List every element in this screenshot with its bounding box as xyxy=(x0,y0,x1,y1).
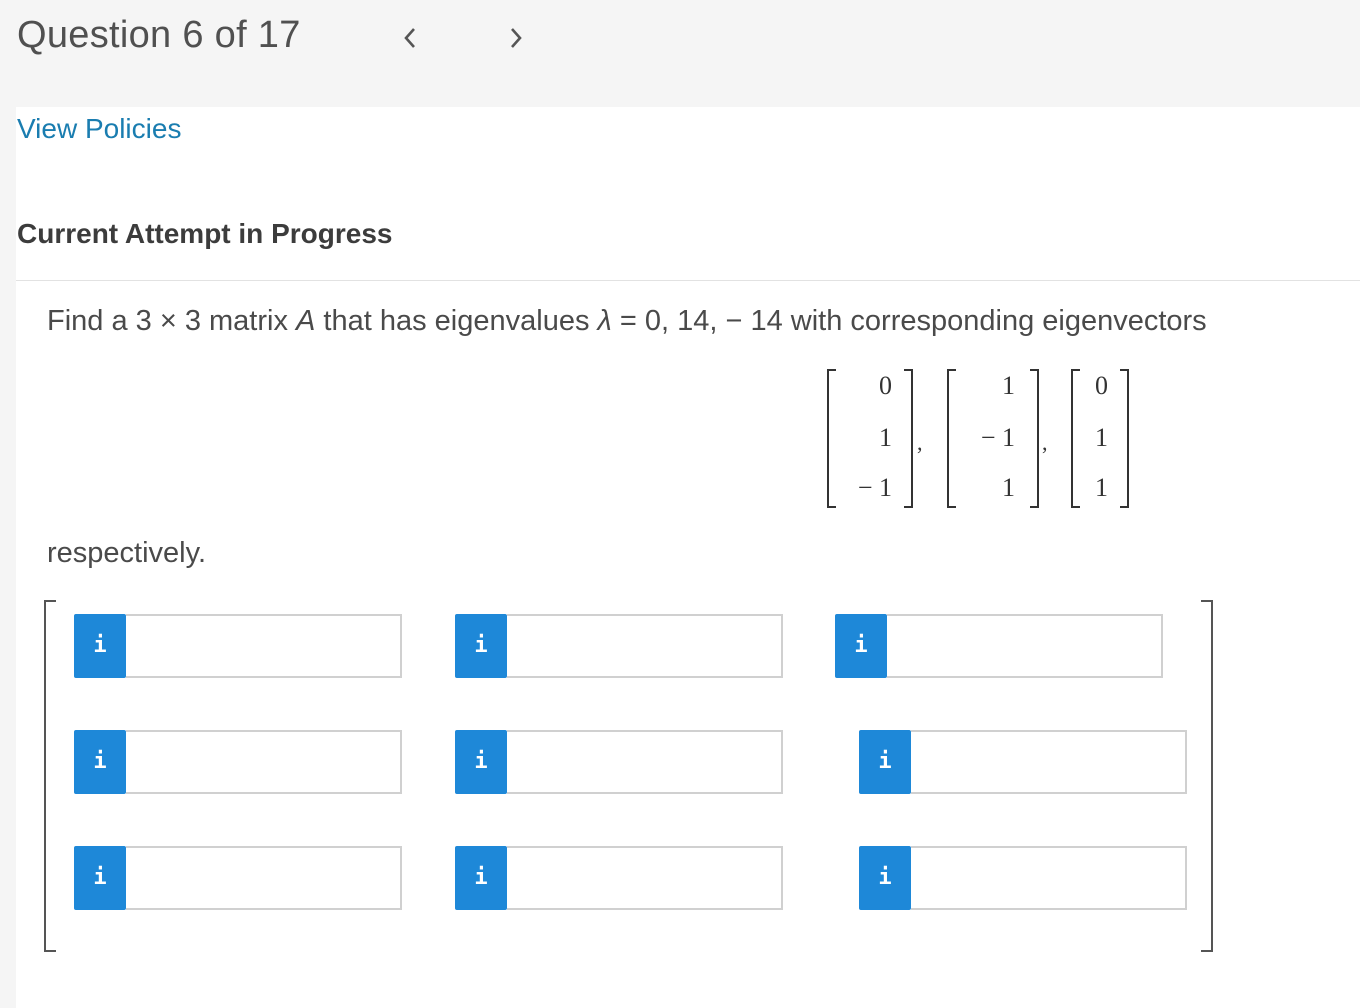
view-policies-link[interactable]: View Policies xyxy=(17,113,181,145)
answer-input-r3c2[interactable] xyxy=(507,846,783,910)
respectively-text: respectively. xyxy=(47,537,207,569)
vector-2-entry-1: 1 xyxy=(1002,371,1015,400)
question-counter: Question 6 of 17 xyxy=(17,14,301,56)
answer-matrix-right-bracket xyxy=(1201,600,1213,952)
info-icon[interactable]: i xyxy=(859,730,911,794)
vector-1-entry-1: 0 xyxy=(879,371,892,400)
vector-1-entry-2: 1 xyxy=(879,423,892,452)
chevron-right-icon xyxy=(511,28,522,48)
question-header: Question 6 of 17 xyxy=(0,0,1360,107)
question-prompt: Find a 3 × 3 matrix A that has eigenvalu… xyxy=(47,305,1207,338)
vector-3-entry-1: 0 xyxy=(1095,371,1108,400)
info-icon[interactable]: i xyxy=(74,614,126,678)
vector-3-entry-3: 1 xyxy=(1095,473,1108,502)
divider xyxy=(16,280,1360,281)
eigenvector-2: 1 − 1 1 , xyxy=(947,369,1048,508)
answer-input-r3c3[interactable] xyxy=(911,846,1187,910)
attempt-status: Current Attempt in Progress xyxy=(17,218,393,249)
answer-input-r1c3[interactable] xyxy=(887,614,1163,678)
answer-input-r2c3[interactable] xyxy=(911,730,1187,794)
vector-separator-1: , xyxy=(917,430,923,455)
info-icon[interactable]: i xyxy=(74,730,126,794)
info-icon[interactable]: i xyxy=(455,614,507,678)
lambda-symbol: λ xyxy=(597,305,612,337)
info-icon[interactable]: i xyxy=(74,846,126,910)
answer-input-r1c1[interactable] xyxy=(126,614,402,678)
left-gutter xyxy=(0,107,16,1008)
answer-input-r2c1[interactable] xyxy=(126,730,402,794)
info-icon[interactable]: i xyxy=(455,846,507,910)
matrix-symbol: A xyxy=(296,305,316,337)
prompt-text-1: Find a 3 × 3 matrix xyxy=(47,305,297,337)
next-question-button[interactable] xyxy=(496,16,536,60)
chevron-left-icon xyxy=(404,28,415,48)
info-icon[interactable]: i xyxy=(859,846,911,910)
vector-2-entry-3: 1 xyxy=(1002,473,1015,502)
vector-1-entry-3: − 1 xyxy=(858,473,892,502)
prompt-text-2: that has eigenvalues xyxy=(315,305,598,337)
eigenvector-1: 0 1 − 1 , xyxy=(827,369,923,508)
prev-question-button[interactable] xyxy=(390,16,430,60)
answer-input-r2c2[interactable] xyxy=(507,730,783,794)
info-icon[interactable]: i xyxy=(835,614,887,678)
vector-separator-2: , xyxy=(1042,430,1048,455)
vector-2-entry-2: − 1 xyxy=(981,423,1015,452)
answer-input-r3c1[interactable] xyxy=(126,846,402,910)
eigenvector-3: 0 1 1 xyxy=(1071,369,1129,508)
eigenvectors: 0 1 − 1 , 1 − 1 1 , 0 1 1 xyxy=(827,369,1129,508)
prompt-text-3: = 0, 14, − 14 with corresponding eigenve… xyxy=(611,305,1207,337)
vector-3-entry-2: 1 xyxy=(1095,423,1108,452)
answer-input-r1c2[interactable] xyxy=(507,614,783,678)
answer-matrix-left-bracket xyxy=(44,600,56,952)
info-icon[interactable]: i xyxy=(455,730,507,794)
